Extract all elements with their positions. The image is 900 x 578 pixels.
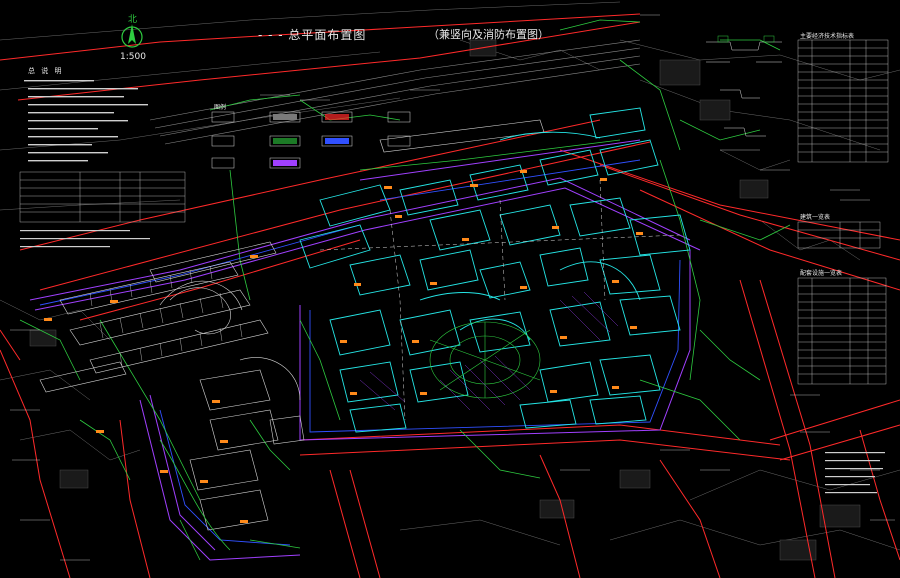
drawing-title: - - - 总平面布置图 <box>258 28 367 42</box>
econ-table-header: 主要经济技术指标表 <box>800 33 855 40</box>
drawing-scale: 1:500 <box>120 52 146 62</box>
legend-header: 图例 <box>214 104 227 111</box>
drawing-subtitle: （兼竖向及消防布置图） <box>428 28 549 41</box>
north-arrow-icon <box>121 24 143 48</box>
notes-header: 总 说 明 <box>28 67 64 75</box>
facility-table-header: 配套设施一览表 <box>800 270 843 277</box>
site-plan-drawing <box>0 0 900 578</box>
building-table-header: 建筑一览表 <box>800 214 831 221</box>
